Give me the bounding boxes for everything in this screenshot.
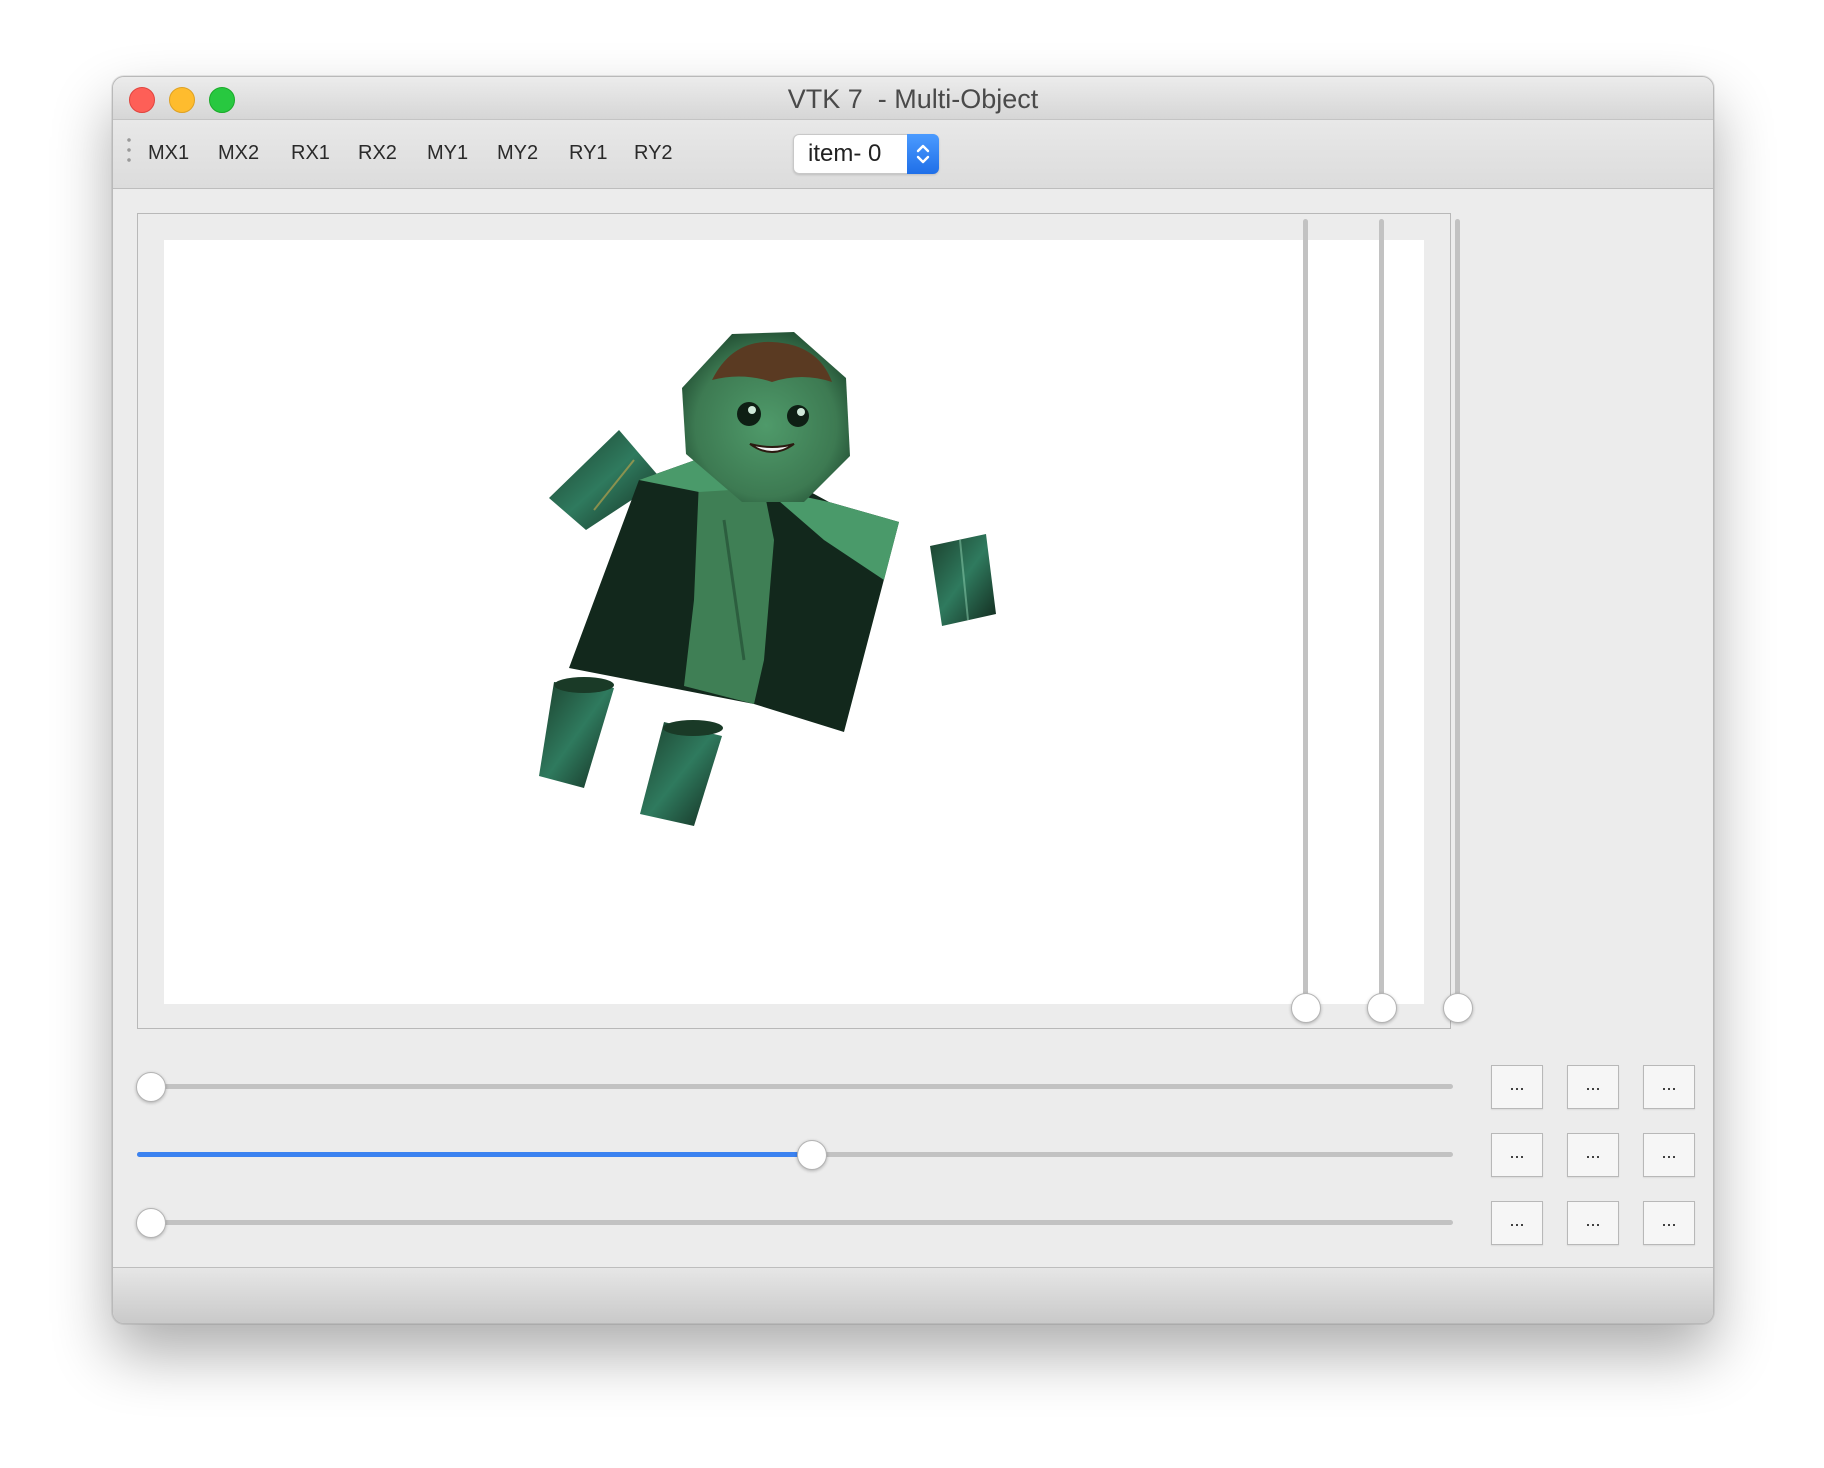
mx1-button[interactable]: MX1 — [148, 142, 189, 165]
ellipsis-button-r2-c1[interactable]: ... — [1491, 1133, 1543, 1177]
render-view-frame — [137, 213, 1451, 1029]
status-bar — [113, 1267, 1713, 1323]
right-arm-part — [930, 534, 996, 626]
ellipsis-button-r1-c2[interactable]: ... — [1567, 1065, 1619, 1109]
horizontal-slider-1[interactable] — [137, 1084, 1453, 1089]
vertical-slider-1[interactable] — [1303, 219, 1308, 1009]
vertical-slider-3[interactable] — [1455, 219, 1460, 1009]
left-leg-part — [539, 677, 614, 788]
window-title: VTK 7 - Multi-Object — [787, 84, 1039, 114]
ellipsis-button-r1-c1[interactable]: ... — [1491, 1065, 1543, 1109]
toolbar-grip-handle[interactable] — [127, 135, 131, 165]
item-select[interactable]: item- 0 — [793, 134, 939, 174]
right-leg-part — [640, 720, 723, 826]
ellipsis-button-r3-c1[interactable]: ... — [1491, 1201, 1543, 1245]
rx2-button[interactable]: RX2 — [358, 142, 397, 165]
vertical-slider-2[interactable] — [1379, 219, 1384, 1009]
my2-button[interactable]: MY2 — [497, 142, 538, 165]
title-bar[interactable]: VTK 7 - Multi-Object — [113, 77, 1713, 120]
vtk-render-viewport[interactable] — [164, 240, 1424, 1004]
horizontal-slider-2[interactable] — [137, 1152, 1453, 1157]
rx1-button[interactable]: RX1 — [291, 142, 330, 165]
toolbar: MX1 MX2 RX1 RX2 MY1 MY2 RY1 RY2 item- 0 — [113, 120, 1713, 189]
ellipsis-button-r3-c2[interactable]: ... — [1567, 1201, 1619, 1245]
horizontal-slider-2-knob[interactable] — [797, 1140, 827, 1170]
ellipsis-button-r3-c3[interactable]: ... — [1643, 1201, 1695, 1245]
ry1-button[interactable]: RY1 — [569, 142, 608, 165]
horizontal-slider-2-fill — [137, 1152, 799, 1157]
item-select-value: item- 0 — [808, 140, 882, 167]
up-down-chevron-icon[interactable] — [907, 134, 939, 174]
mx2-button[interactable]: MX2 — [218, 142, 259, 165]
horizontal-slider-3-knob[interactable] — [136, 1208, 166, 1238]
vertical-slider-3-knob[interactable] — [1443, 993, 1473, 1023]
ellipsis-button-r1-c3[interactable]: ... — [1643, 1065, 1695, 1109]
ellipsis-button-r2-c2[interactable]: ... — [1567, 1133, 1619, 1177]
app-window: VTK 7 - Multi-Object MX1 MX2 RX1 RX2 MY1… — [112, 76, 1714, 1324]
ry2-button[interactable]: RY2 — [634, 142, 673, 165]
my1-button[interactable]: MY1 — [427, 142, 468, 165]
ellipsis-button-r2-c3[interactable]: ... — [1643, 1133, 1695, 1177]
horizontal-slider-1-knob[interactable] — [136, 1072, 166, 1102]
horizontal-slider-3[interactable] — [137, 1220, 1453, 1225]
character-model-render — [539, 332, 996, 826]
vertical-slider-2-knob[interactable] — [1367, 993, 1397, 1023]
vertical-slider-1-knob[interactable] — [1291, 993, 1321, 1023]
